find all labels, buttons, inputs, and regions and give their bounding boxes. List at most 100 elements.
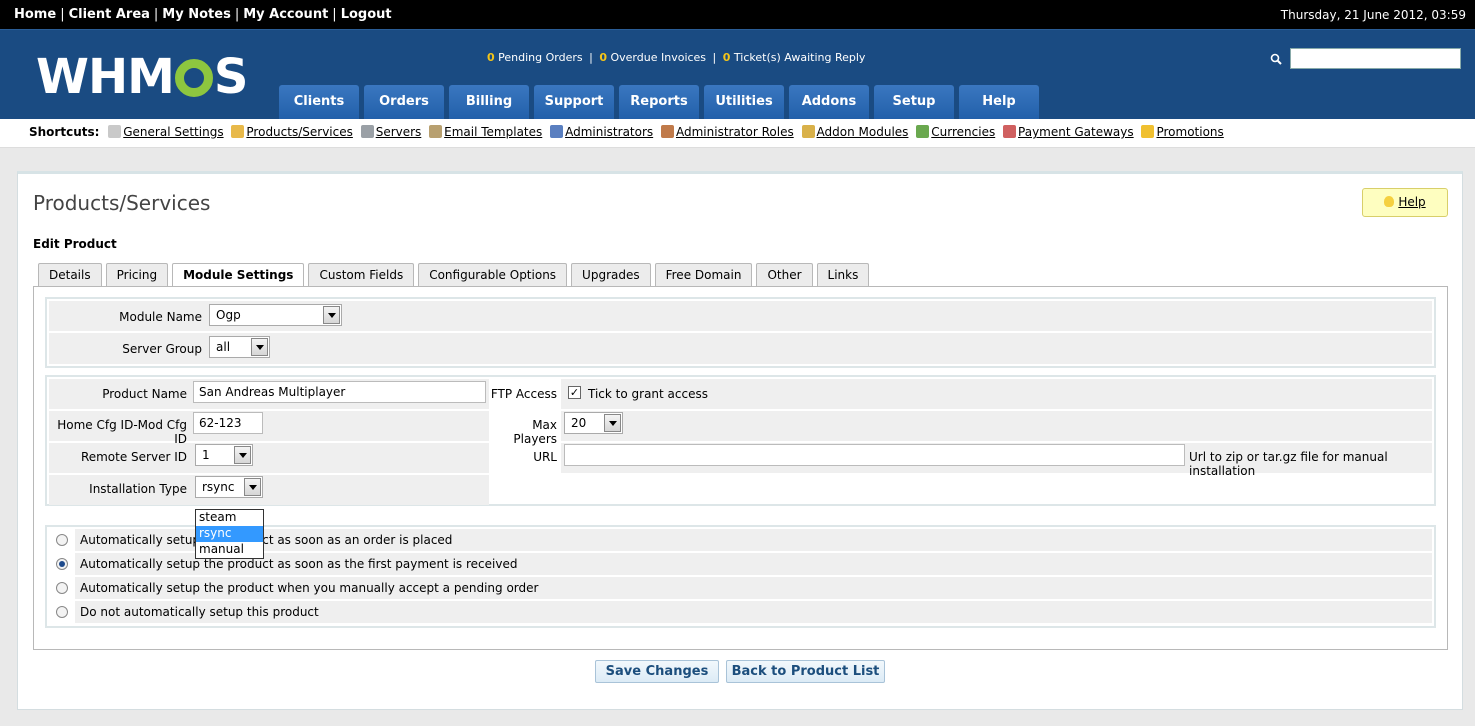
- ftp-access-text: Tick to grant access: [588, 387, 708, 401]
- nav-my-account-link[interactable]: My Account: [243, 7, 328, 22]
- chevron-down-icon: [323, 306, 340, 324]
- autosetup-option-order: Automatically setup the product as soon …: [80, 533, 453, 547]
- pending-orders-count[interactable]: 0: [487, 51, 495, 64]
- back-to-product-list-button[interactable]: Back to Product List: [726, 660, 885, 683]
- product-name-input[interactable]: San Andreas Multiplayer: [193, 381, 486, 403]
- tab-details[interactable]: Details: [38, 263, 102, 287]
- whmcs-logo[interactable]: WHM S: [36, 52, 248, 102]
- module-name-label: Module Name: [119, 310, 202, 324]
- nav-my-notes-link[interactable]: My Notes: [162, 7, 231, 22]
- page-title: Products/Services: [33, 191, 211, 215]
- search-input[interactable]: [1290, 48, 1461, 69]
- admin-roles-icon: [660, 125, 674, 138]
- search-icon: [1270, 53, 1282, 65]
- tab-links[interactable]: Links: [816, 263, 870, 287]
- shortcut-currencies[interactable]: Currencies: [931, 125, 995, 139]
- module-name-select[interactable]: Ogp: [209, 304, 342, 326]
- url-hint: Url to zip or tar.gz file for manual ins…: [1189, 450, 1388, 478]
- nav-logout-link[interactable]: Logout: [341, 7, 392, 22]
- installation-option-manual[interactable]: manual: [196, 542, 263, 558]
- nav-client-area-link[interactable]: Client Area: [69, 7, 150, 22]
- menu-tab-addons[interactable]: Addons: [789, 85, 869, 119]
- settings-doc-icon: [108, 125, 122, 138]
- menu-tab-reports[interactable]: Reports: [619, 85, 699, 119]
- tab-free-domain[interactable]: Free Domain: [654, 263, 753, 287]
- server-group-select[interactable]: all: [209, 336, 270, 358]
- tab-upgrades[interactable]: Upgrades: [571, 263, 651, 287]
- url-input[interactable]: [564, 444, 1185, 466]
- top-nav-bar: Home | Client Area | My Notes | My Account | Log…: [0, 0, 1475, 29]
- tickets-count[interactable]: 0: [723, 51, 731, 64]
- home-cfg-input[interactable]: 62-123: [193, 412, 263, 434]
- menu-tab-clients[interactable]: Clients: [279, 85, 359, 119]
- home-cfg-label: Home Cfg ID-Mod Cfg ID: [57, 418, 187, 446]
- menu-tab-utilities[interactable]: Utilities: [704, 85, 784, 119]
- current-datetime: Thursday, 21 June 2012, 03:59: [1280, 8, 1466, 22]
- tab-pricing[interactable]: Pricing: [105, 263, 169, 287]
- tab-module-settings[interactable]: Module Settings: [172, 263, 305, 288]
- shortcut-promotions[interactable]: Promotions: [1156, 125, 1223, 139]
- shortcut-general-settings[interactable]: General Settings: [123, 125, 223, 139]
- shortcuts-label: Shortcuts:: [29, 125, 100, 139]
- installation-option-steam[interactable]: steam: [196, 510, 263, 526]
- menu-tab-help[interactable]: Help: [959, 85, 1039, 119]
- shortcut-servers[interactable]: Servers: [376, 125, 422, 139]
- installation-option-rsync[interactable]: rsync: [196, 526, 263, 542]
- lightbulb-icon: [1384, 196, 1395, 207]
- server-group-label: Server Group: [122, 342, 202, 356]
- shortcut-payment-gateways[interactable]: Payment Gateways: [1018, 125, 1134, 139]
- autosetup-option-none: Do not automatically setup this product: [80, 605, 319, 619]
- max-players-label: Max Players: [513, 418, 557, 446]
- pending-orders-link[interactable]: Pending Orders: [498, 51, 582, 64]
- chevron-down-icon: [604, 414, 621, 432]
- autosetup-radio-none[interactable]: [56, 606, 68, 618]
- shortcut-email-templates[interactable]: Email Templates: [444, 125, 542, 139]
- box-icon: [231, 125, 245, 138]
- help-button[interactable]: Help: [1362, 188, 1448, 217]
- shortcut-products-services[interactable]: Products/Services: [246, 125, 352, 139]
- tab-other[interactable]: Other: [756, 263, 813, 287]
- autosetup-radio-manual-accept[interactable]: [56, 582, 68, 594]
- menu-tab-setup[interactable]: Setup: [874, 85, 954, 119]
- ftp-access-checkbox[interactable]: ✓: [568, 386, 581, 399]
- menu-tab-support[interactable]: Support: [534, 85, 614, 119]
- autosetup-radio-payment[interactable]: [56, 558, 68, 570]
- remote-server-id-select[interactable]: 1: [195, 444, 253, 466]
- remote-server-id-label: Remote Server ID: [80, 450, 187, 464]
- tab-custom-fields[interactable]: Custom Fields: [308, 263, 415, 287]
- chevron-down-icon: [234, 446, 251, 464]
- installation-type-label: Installation Type: [89, 482, 187, 496]
- tickets-awaiting-link[interactable]: Ticket(s) Awaiting Reply: [734, 51, 866, 64]
- admin-user-icon: [550, 125, 564, 138]
- ftp-access-label: FTP Access: [490, 387, 557, 401]
- overdue-invoices-count[interactable]: 0: [599, 51, 607, 64]
- currency-icon: [916, 125, 930, 138]
- main-menu-tabs: Clients Orders Billing Support Reports U…: [279, 85, 1039, 119]
- max-players-select[interactable]: 20: [564, 412, 623, 434]
- promotion-star-icon: [1141, 125, 1155, 138]
- save-changes-button[interactable]: Save Changes: [595, 660, 719, 683]
- chevron-down-icon: [251, 338, 268, 356]
- shortcut-administrator-roles[interactable]: Administrator Roles: [676, 125, 794, 139]
- autosetup-radio-order[interactable]: [56, 534, 68, 546]
- tab-configurable-options[interactable]: Configurable Options: [418, 263, 568, 287]
- email-template-icon: [429, 125, 443, 138]
- content-area: Products/Services Help Edit Product Deta…: [17, 171, 1463, 710]
- autosetup-option-payment: Automatically setup the product as soon …: [80, 557, 518, 571]
- shortcuts-bar: Shortcuts: General Settings Products/Ser…: [0, 119, 1475, 148]
- addon-box-icon: [801, 125, 815, 138]
- overdue-invoices-link[interactable]: Overdue Invoices: [611, 51, 707, 64]
- main-header: WHM S 0 Pending Orders | 0 Overdue Invoic…: [0, 29, 1475, 119]
- module-config-box: Product Name San Andreas Multiplayer Hom…: [45, 375, 1436, 506]
- menu-tab-orders[interactable]: Orders: [364, 85, 444, 119]
- nav-home-link[interactable]: Home: [14, 7, 56, 22]
- chevron-down-icon: [244, 478, 261, 496]
- shortcut-addon-modules[interactable]: Addon Modules: [817, 125, 909, 139]
- autosetup-option-manual-accept: Automatically setup the product when you…: [80, 581, 539, 595]
- edit-product-heading: Edit Product: [33, 237, 117, 251]
- top-nav: Home | Client Area | My Notes | My Account | Log…: [14, 7, 392, 22]
- menu-tab-billing[interactable]: Billing: [449, 85, 529, 119]
- module-box: Module Name Ogp Server Group all: [45, 297, 1436, 368]
- installation-type-select[interactable]: rsync: [195, 476, 263, 498]
- shortcut-administrators[interactable]: Administrators: [565, 125, 653, 139]
